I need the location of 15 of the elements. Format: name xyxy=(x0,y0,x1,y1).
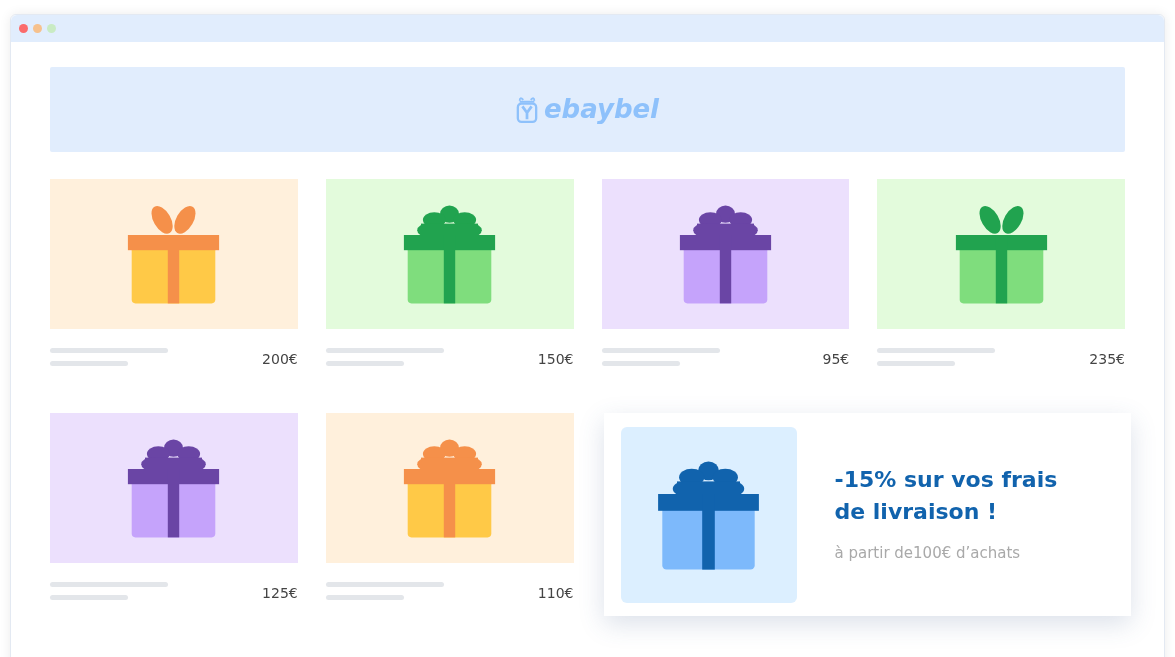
promo-card[interactable]: -15% sur vos frais de livraison ! à partir de100€ d’achats xyxy=(603,413,1131,616)
product-image[interactable] xyxy=(877,179,1125,329)
price: 125€ xyxy=(262,584,298,603)
price: 150€ xyxy=(537,350,574,369)
price: 235€ xyxy=(1089,350,1125,369)
product-image[interactable] xyxy=(601,179,850,329)
product-image[interactable] xyxy=(325,179,574,329)
product-image[interactable] xyxy=(50,413,298,563)
price: 95€ xyxy=(822,350,850,369)
price: 200€ xyxy=(262,350,298,369)
promo-title: -15% sur vos frais de livraison ! xyxy=(834,466,1059,527)
logo-text: ebaybel xyxy=(543,93,660,126)
promo-subtitle: à partir de100€ d’achats xyxy=(834,543,1022,565)
logo-icon xyxy=(515,95,538,124)
price: 110€ xyxy=(537,584,574,603)
